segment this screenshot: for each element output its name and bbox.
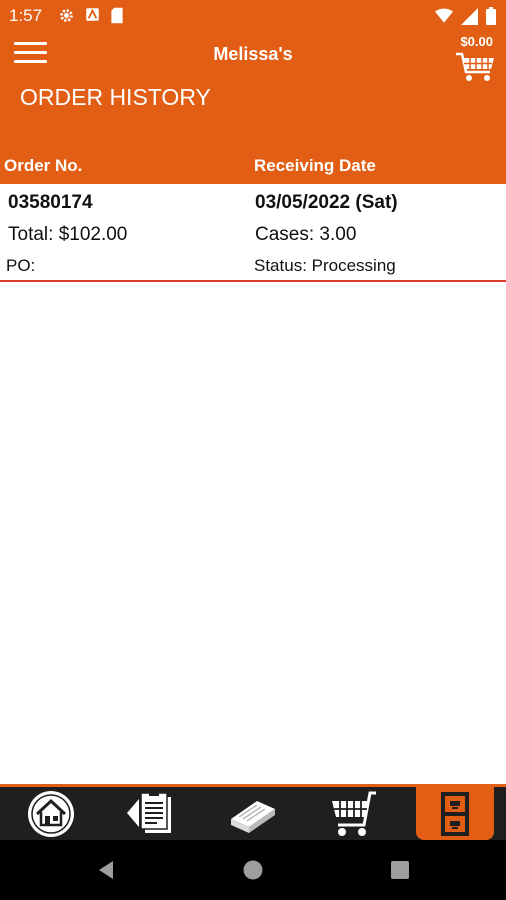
order-receiving-date: 03/05/2022 (Sat) xyxy=(255,192,398,213)
tab-catalog[interactable] xyxy=(214,787,292,840)
nav-back-button[interactable] xyxy=(95,859,117,881)
cart-icon xyxy=(456,52,494,81)
app-bar: Melissa's $0.00 ORDER HISTORY Order No. … xyxy=(0,32,506,184)
signal-icon xyxy=(461,7,478,25)
tab-order-history[interactable] xyxy=(416,787,494,840)
status-time: 1:57 xyxy=(9,6,43,25)
back-icon xyxy=(99,861,113,879)
cart-total: $0.00 xyxy=(460,34,493,49)
settings-icon xyxy=(60,9,73,22)
wifi-icon xyxy=(435,8,453,23)
nav-recents-button[interactable] xyxy=(389,859,411,881)
notification-icon xyxy=(86,8,99,21)
order-number: 03580174 xyxy=(8,192,93,213)
order-po: PO: xyxy=(6,256,36,275)
order-status: Status: Processing xyxy=(254,256,396,275)
app-title: Melissa's xyxy=(213,44,293,64)
tab-home[interactable] xyxy=(12,787,90,840)
order-history-icon xyxy=(441,791,469,836)
order-row[interactable]: 03580174 03/05/2022 (Sat) Total: $102.00… xyxy=(0,184,506,282)
battery-icon xyxy=(486,7,496,25)
recents-square-icon xyxy=(391,861,409,879)
column-header-receiving-date: Receiving Date xyxy=(254,156,376,175)
home-circle-icon xyxy=(243,860,263,880)
catalog-book-icon xyxy=(231,800,275,833)
nav-home-button[interactable] xyxy=(242,859,264,881)
sd-card-icon xyxy=(111,7,123,24)
home-icon xyxy=(28,790,74,837)
system-nav-bar xyxy=(0,840,506,900)
column-header-order-no: Order No. xyxy=(4,156,83,175)
status-icons-left xyxy=(58,7,124,24)
shopping-cart-icon xyxy=(332,791,376,836)
page-heading: ORDER HISTORY xyxy=(20,84,211,110)
status-icons-right xyxy=(435,7,496,25)
bottom-tab-bar xyxy=(0,784,506,840)
order-total: Total: $102.00 xyxy=(8,224,128,245)
tab-cart[interactable] xyxy=(315,787,393,840)
cart-button[interactable] xyxy=(456,50,496,82)
order-cases: Cases: 3.00 xyxy=(255,224,357,245)
status-bar: 1:57 xyxy=(0,0,506,32)
tab-order-guide[interactable] xyxy=(113,787,191,840)
order-guide-icon xyxy=(127,790,171,833)
